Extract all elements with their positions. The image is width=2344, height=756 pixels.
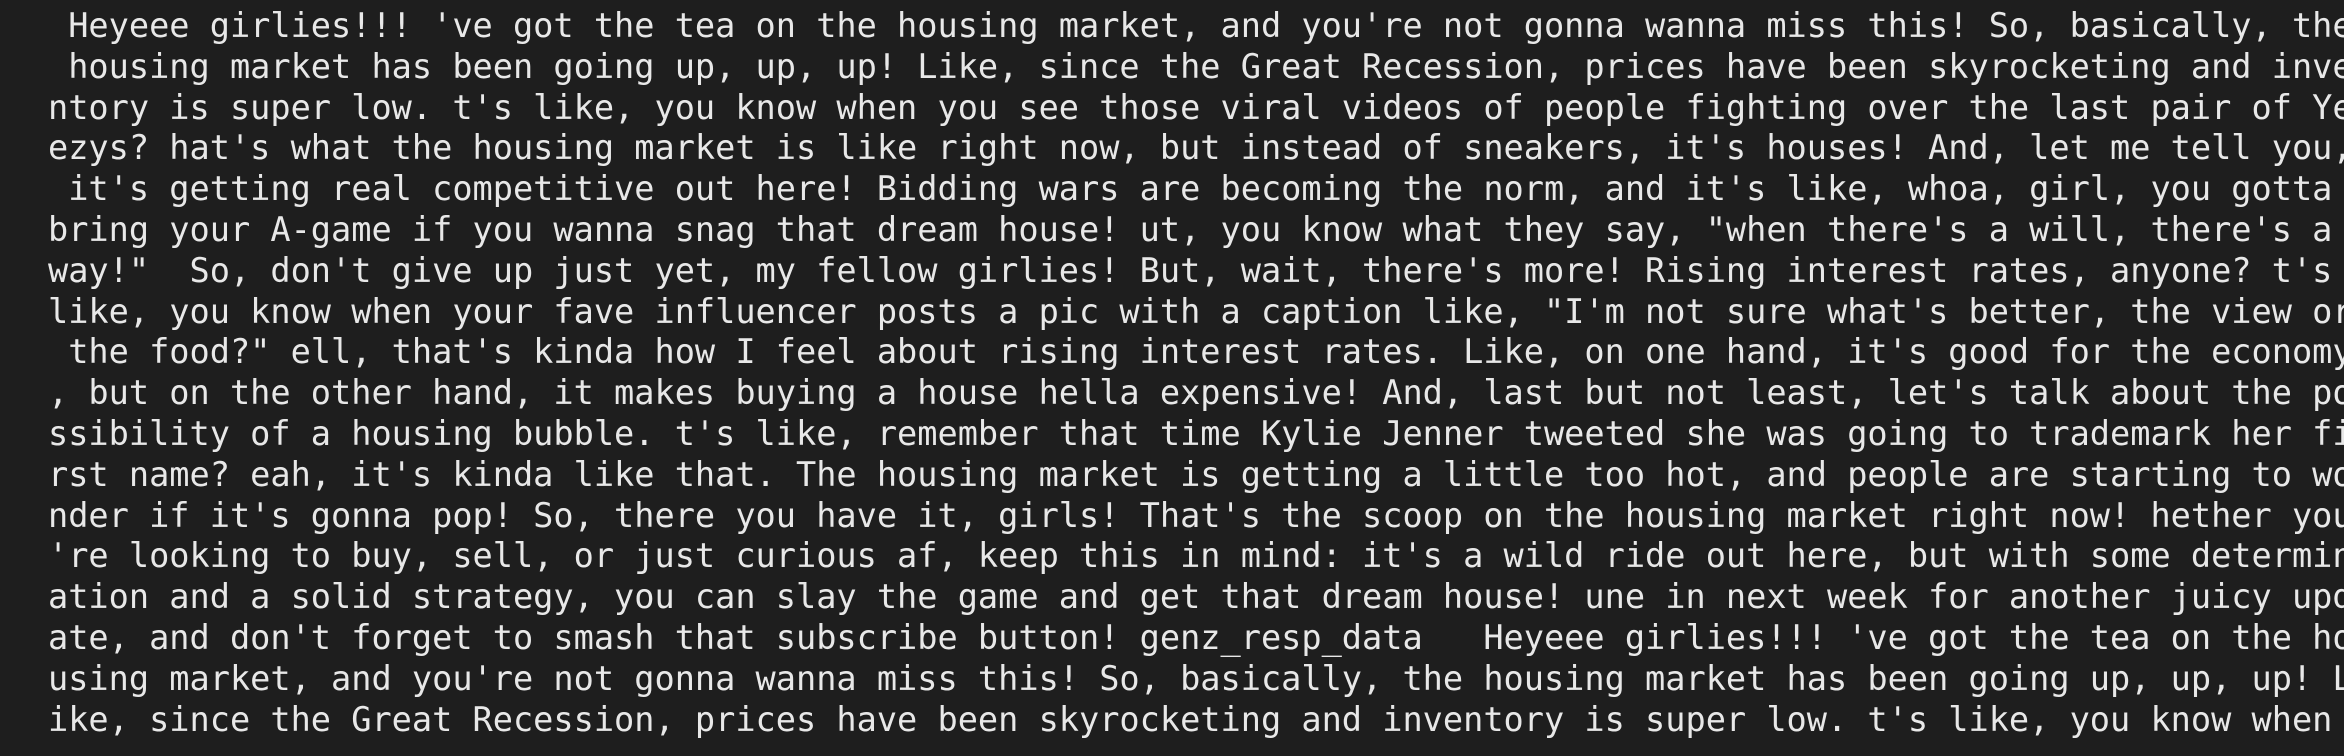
terminal-line: ssibility of a housing bubble. t's like,… xyxy=(48,413,2344,453)
terminal-line: Heyeee girlies!!! 've got the tea on the… xyxy=(48,6,2344,45)
terminal-window[interactable]: Heyeee girlies!!! 've got the tea on the… xyxy=(0,0,2344,756)
terminal-line: like, you know when your fave influencer… xyxy=(48,291,2344,331)
terminal-line: way!" So, don't give up just yet, my fel… xyxy=(48,250,2333,290)
terminal-line: ike, since the Great Recession, prices h… xyxy=(48,699,2333,739)
terminal-line: nder if it's gonna pop! So, there you ha… xyxy=(48,495,2344,535)
terminal-line: ntory is super low. t's like, you know w… xyxy=(48,87,2344,127)
terminal-line: it's getting real competitive out here! … xyxy=(48,169,2333,209)
clipped-top-edge xyxy=(0,0,2344,6)
terminal-line: ate, and don't forget to smash that subs… xyxy=(48,617,2344,657)
terminal-output: Heyeee girlies!!! 've got the tea on the… xyxy=(48,6,2344,740)
terminal-line: ezys? hat's what the housing market is l… xyxy=(48,128,2344,168)
terminal-line: bring your A-game if you wanna snag that… xyxy=(48,209,2333,249)
terminal-line: 're looking to buy, sell, or just curiou… xyxy=(48,536,2344,576)
terminal-line: using market, and you're not gonna wanna… xyxy=(48,658,2344,698)
terminal-line: housing market has been going up, up, up… xyxy=(48,46,2344,86)
terminal-line: , but on the other hand, it makes buying… xyxy=(48,373,2344,413)
terminal-line: rst name? eah, it's kinda like that. The… xyxy=(48,454,2344,494)
terminal-line: ation and a solid strategy, you can slay… xyxy=(48,577,2344,617)
terminal-line: the food?" ell, that's kinda how I feel … xyxy=(48,332,2344,372)
